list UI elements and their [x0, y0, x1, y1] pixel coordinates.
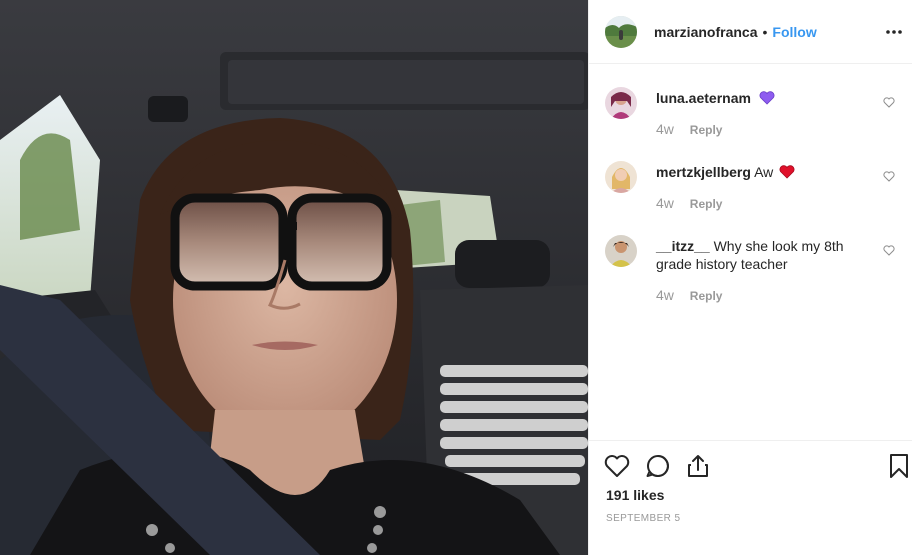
comment-body: mertzkjellberg Aw	[656, 163, 856, 181]
share-icon[interactable]	[684, 452, 712, 480]
post-header: marzianofranca • Follow	[589, 0, 912, 64]
commenter-avatar[interactable]	[605, 235, 637, 267]
comment-text: Aw	[754, 164, 774, 180]
comment-age: 4w	[656, 287, 674, 303]
post-side-panel: marzianofranca • Follow luna.aeternam 4w…	[588, 0, 912, 555]
comment-body: __itzz__ Why she look my 8th grade histo…	[656, 237, 856, 273]
red-heart-icon	[779, 165, 795, 179]
comment-bubble-icon[interactable]	[644, 452, 672, 480]
comment-meta: 4w Reply	[656, 195, 722, 211]
like-comment-heart-icon[interactable]	[883, 171, 895, 182]
more-options-icon[interactable]	[882, 20, 906, 44]
comment-username[interactable]: luna.aeternam	[656, 90, 751, 106]
commenter-avatar[interactable]	[605, 161, 637, 193]
purple-heart-icon	[759, 91, 775, 105]
comment-age: 4w	[656, 121, 674, 137]
comment-body: luna.aeternam	[656, 89, 856, 107]
author-username[interactable]: marzianofranca	[654, 24, 757, 40]
comment-meta: 4w Reply	[656, 121, 722, 137]
post-actions: 191 likes SEPTEMBER 5	[589, 440, 912, 555]
commenter-avatar[interactable]	[605, 87, 637, 119]
follow-button[interactable]: Follow	[772, 24, 816, 40]
author-avatar[interactable]	[605, 15, 637, 48]
post-date: SEPTEMBER 5	[606, 513, 681, 524]
post-photo[interactable]	[0, 0, 588, 555]
like-comment-heart-icon[interactable]	[883, 245, 895, 256]
reply-button[interactable]: Reply	[690, 289, 723, 303]
like-heart-icon[interactable]	[603, 452, 631, 480]
comment-username[interactable]: __itzz__	[656, 238, 710, 254]
reply-button[interactable]: Reply	[690, 197, 723, 211]
reply-button[interactable]: Reply	[690, 123, 723, 137]
comment-username[interactable]: mertzkjellberg	[656, 164, 751, 180]
likes-count[interactable]: 191 likes	[606, 487, 664, 503]
comments-list: luna.aeternam 4w Reply mertzkjellberg Aw…	[589, 64, 912, 440]
comment-meta: 4w Reply	[656, 287, 722, 303]
like-comment-heart-icon[interactable]	[883, 97, 895, 108]
comment-age: 4w	[656, 195, 674, 211]
header-separator: •	[762, 23, 768, 40]
bookmark-icon[interactable]	[885, 452, 912, 480]
